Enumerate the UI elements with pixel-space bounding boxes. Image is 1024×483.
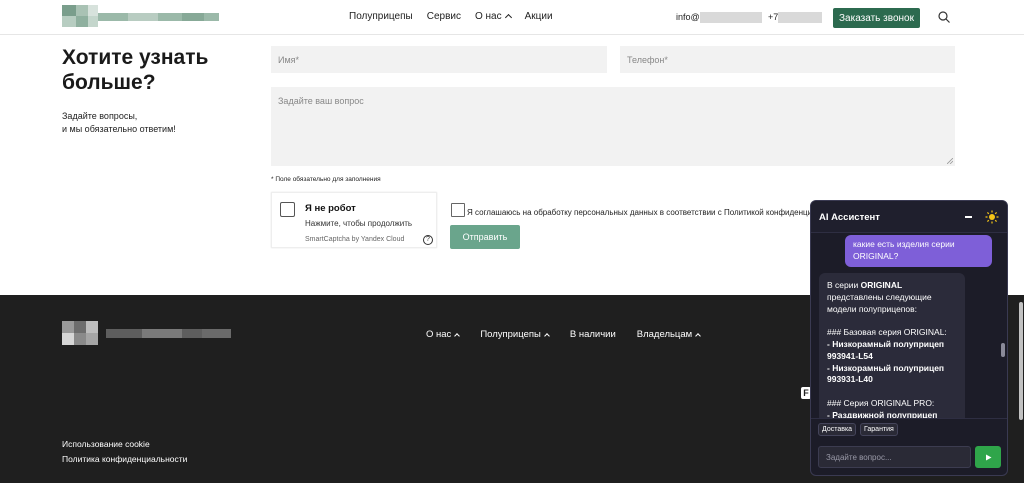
quick-replies: Доставка Гарантия xyxy=(811,418,1007,438)
footer-nav: О нас Полуприцепы В наличии Владельцам xyxy=(426,329,721,340)
chevron-up-icon xyxy=(544,333,550,339)
footer-nav-owners[interactable]: Владельцам xyxy=(637,329,702,340)
nav-item-promotions[interactable]: Акции xyxy=(525,11,553,22)
resize-grip-icon[interactable] xyxy=(947,158,953,164)
ai-assistant-panel: AI Ассистент какие есть изделия серии OR… xyxy=(810,200,1008,476)
ai-assistant-title: AI Ассистент xyxy=(819,212,880,223)
consent-text: Я соглашаюсь на обработку персональных д… xyxy=(467,208,812,217)
chat-input[interactable]: Задайте вопрос... xyxy=(818,446,971,468)
captcha-brand: SmartCaptcha by Yandex Cloud xyxy=(305,236,405,243)
user-message: какие есть изделия серии ORIGINAL? xyxy=(845,235,992,267)
site-logo[interactable] xyxy=(62,5,219,27)
required-note: * Поле обязательно для заполнения xyxy=(271,176,381,183)
chat-scrollbar-thumb[interactable] xyxy=(1001,343,1005,357)
footer-nav-in-stock[interactable]: В наличии xyxy=(570,329,616,340)
site-header: Полуприцепы Сервис О нас Акции info@ +7 … xyxy=(0,0,1024,35)
chevron-up-icon xyxy=(695,333,702,339)
redacted-phone xyxy=(778,12,823,24)
captcha-checkbox[interactable] xyxy=(280,202,295,217)
page-scrollbar[interactable] xyxy=(1018,0,1024,483)
redacted-email xyxy=(699,12,762,24)
footer-nav-semitrailers[interactable]: Полуприцепы xyxy=(480,329,550,340)
contact-email[interactable]: info@ xyxy=(676,12,762,24)
submit-button[interactable]: Отправить xyxy=(450,225,520,249)
send-arrow-icon xyxy=(985,454,991,460)
search-icon[interactable] xyxy=(938,11,950,23)
order-call-button[interactable]: Заказать звонок xyxy=(833,8,920,28)
nav-item-semitrailers[interactable]: Полуприцепы xyxy=(349,11,413,22)
cookie-policy-link[interactable]: Использование cookie xyxy=(62,437,187,452)
form-subtitle: Задайте вопросы, и мы обязательно ответи… xyxy=(62,111,176,134)
help-icon[interactable]: ? xyxy=(423,235,433,245)
captcha-hint: Нажмите, чтобы продолжить xyxy=(305,219,413,228)
send-icon[interactable] xyxy=(975,446,1001,468)
ai-assistant-header: AI Ассистент xyxy=(811,201,1007,233)
sun-icon[interactable] xyxy=(985,210,999,224)
chip-delivery[interactable]: Доставка xyxy=(818,423,857,436)
footer-links: Использование cookie Политика конфиденци… xyxy=(62,437,187,467)
consent-checkbox[interactable] xyxy=(451,203,465,217)
page-title: Хотите узнать больше? xyxy=(62,46,209,94)
minimize-icon[interactable] xyxy=(965,216,972,218)
footer-logo[interactable] xyxy=(62,321,231,345)
contact-phone[interactable]: +7 xyxy=(768,12,823,24)
question-textarea[interactable]: Задайте ваш вопрос xyxy=(271,87,955,166)
nav-item-service[interactable]: Сервис xyxy=(427,11,461,22)
phone-field[interactable]: Телефон* xyxy=(620,46,955,73)
assistant-message: В серии ORIGINAL представлены следующие … xyxy=(819,273,965,419)
chat-messages: какие есть изделия серии ORIGINAL? В сер… xyxy=(811,233,1007,419)
captcha-widget: Я не робот Нажмите, чтобы продолжить Sma… xyxy=(271,192,437,248)
chevron-up-icon xyxy=(504,13,512,22)
privacy-policy-link[interactable]: Политика конфиденциальности xyxy=(62,452,187,467)
main-nav: Полуприцепы Сервис О нас Акции xyxy=(349,11,567,22)
footer-nav-about[interactable]: О нас xyxy=(426,329,461,340)
name-field[interactable]: Имя* xyxy=(271,46,607,73)
captcha-title: Я не робот xyxy=(305,203,356,214)
page-scrollbar-thumb[interactable] xyxy=(1019,302,1023,420)
nav-item-about[interactable]: О нас xyxy=(475,11,512,22)
chevron-up-icon xyxy=(454,333,461,339)
chip-warranty[interactable]: Гарантия xyxy=(860,423,898,436)
chat-scrollbar[interactable] xyxy=(1001,233,1006,417)
